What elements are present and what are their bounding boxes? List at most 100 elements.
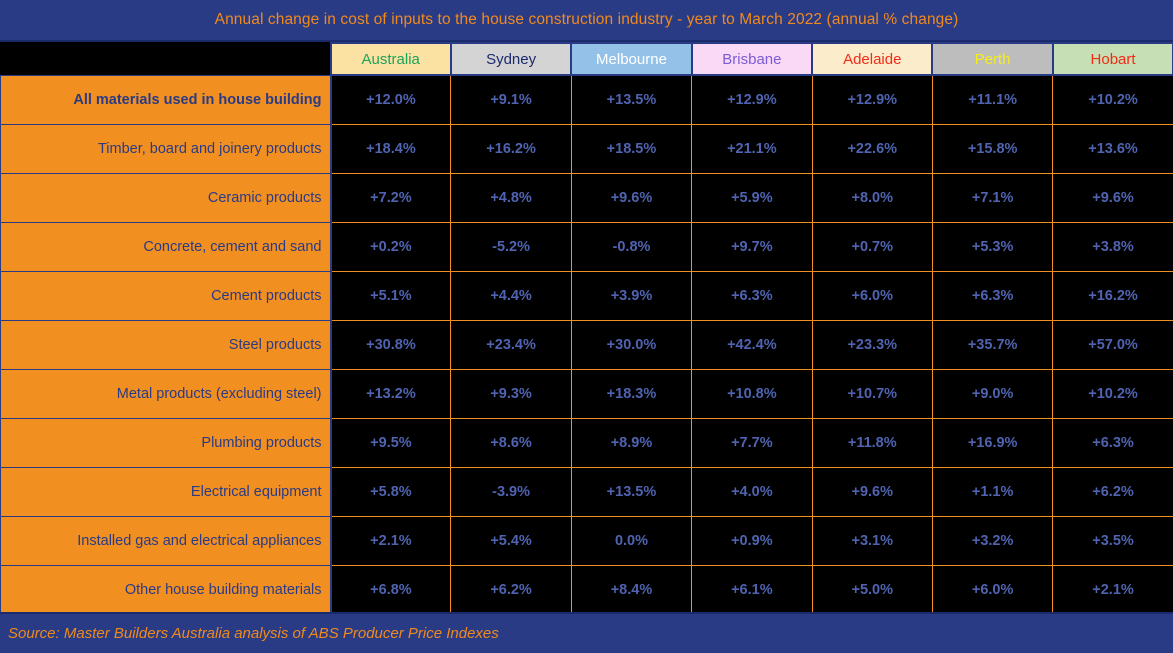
data-cell: -0.8% [570, 221, 693, 272]
data-cell: +0.9% [691, 515, 813, 566]
data-cell: +5.9% [691, 172, 813, 223]
table-row: Timber, board and joinery products +18.4%… [0, 123, 1173, 174]
data-cell: +6.3% [691, 270, 813, 321]
table-corner-cell [0, 43, 331, 75]
data-cell: +18.4% [329, 123, 452, 174]
data-cell: +3.2% [931, 515, 1054, 566]
data-cell: +6.0% [931, 564, 1054, 615]
data-cell: +4.4% [450, 270, 572, 321]
data-cell: +8.9% [570, 417, 693, 468]
table-body: All materials used in house building +12.… [0, 74, 1173, 615]
data-cell: +16.2% [450, 123, 572, 174]
row-label: Electrical equipment [0, 466, 332, 517]
row-label: All materials used in house building [0, 74, 332, 125]
table-row: Metal products (excluding steel) +13.2% +9… [0, 368, 1173, 419]
data-cell: +9.7% [691, 221, 813, 272]
data-cell: +6.0% [811, 270, 933, 321]
data-cell: +5.8% [329, 466, 452, 517]
data-cell: +5.4% [450, 515, 572, 566]
column-header-melbourne[interactable]: Melbourne [570, 42, 693, 76]
data-cell: +42.4% [691, 319, 813, 370]
data-cell: +13.5% [570, 74, 693, 125]
column-header-sydney[interactable]: Sydney [449, 42, 573, 76]
title-bar: Annual change in cost of inputs to the h… [0, 0, 1173, 42]
row-label: Cement products [0, 270, 332, 321]
data-cell: +15.8% [931, 123, 1054, 174]
data-cell: +13.6% [1052, 123, 1173, 174]
data-cell: +8.4% [570, 564, 693, 615]
data-cell: +30.0% [570, 319, 693, 370]
data-cell: +10.2% [1052, 74, 1173, 125]
data-cell: +12.9% [691, 74, 813, 125]
column-header-hobart[interactable]: Hobart [1051, 42, 1173, 76]
data-cell: +16.2% [1052, 270, 1173, 321]
data-cell: +0.2% [329, 221, 452, 272]
data-cell: +18.3% [570, 368, 693, 419]
row-label: Ceramic products [0, 172, 332, 223]
row-label: Timber, board and joinery products [0, 123, 332, 174]
data-cell: +7.1% [931, 172, 1054, 223]
source-note: Source: Master Builders Australia analys… [8, 625, 499, 642]
table-row: Cement products +5.1% +4.4% +3.9% +6.3% +6.0%… [0, 270, 1173, 321]
data-cell: +13.2% [329, 368, 452, 419]
data-cell: +6.1% [691, 564, 813, 615]
table-row: Other house building materials +6.8% +6.2%… [0, 564, 1173, 615]
data-cell: +35.7% [931, 319, 1054, 370]
data-cell: +2.1% [329, 515, 452, 566]
data-cell: +10.7% [811, 368, 933, 419]
data-cell: +6.3% [931, 270, 1054, 321]
data-cell: +9.3% [450, 368, 572, 419]
data-cell: +6.2% [450, 564, 572, 615]
data-cell: 0.0% [570, 515, 693, 566]
column-header-australia[interactable]: Australia [329, 42, 452, 76]
data-cell: +5.3% [931, 221, 1054, 272]
data-cell: +7.7% [691, 417, 813, 468]
page-title: Annual change in cost of inputs to the h… [214, 11, 959, 28]
data-cell: +4.8% [450, 172, 572, 223]
source-bar: Source: Master Builders Australia analys… [0, 612, 1173, 653]
data-cell: +11.1% [931, 74, 1054, 125]
data-cell: +18.5% [570, 123, 693, 174]
data-cell: +4.0% [691, 466, 813, 517]
data-cell: +23.3% [811, 319, 933, 370]
data-cell: +3.9% [570, 270, 693, 321]
table-row: Concrete, cement and sand +0.2% -5.2% -0.8%… [0, 221, 1173, 272]
row-label: Steel products [0, 319, 332, 370]
column-header-perth[interactable]: Perth [931, 42, 1054, 76]
table-row: Plumbing products +9.5% +8.6% +8.9% +7.7% +11… [0, 417, 1173, 468]
table-row: Steel products +30.8% +23.4% +30.0% +42.4% +2… [0, 319, 1173, 370]
data-cell: +2.1% [1052, 564, 1173, 615]
data-cell: +1.1% [931, 466, 1054, 517]
column-header-adelaide[interactable]: Adelaide [811, 42, 934, 76]
data-cell: +9.1% [450, 74, 572, 125]
table-row: All materials used in house building +12.… [0, 74, 1173, 125]
data-cell: +5.1% [329, 270, 452, 321]
data-cell: +10.8% [691, 368, 813, 419]
data-cell: +6.3% [1052, 417, 1173, 468]
data-cell: +57.0% [1052, 319, 1173, 370]
data-cell: +9.0% [931, 368, 1054, 419]
data-cell: +5.0% [811, 564, 933, 615]
data-cell: -5.2% [450, 221, 572, 272]
data-cell: +22.6% [811, 123, 933, 174]
data-cell: +12.9% [811, 74, 933, 125]
row-label: Concrete, cement and sand [0, 221, 332, 272]
data-cell: +16.9% [931, 417, 1054, 468]
data-cell: +9.6% [811, 466, 933, 517]
data-cell: +30.8% [329, 319, 452, 370]
table-header-row: Australia Sydney Melbourne Brisbane Adelaide… [0, 42, 1173, 76]
data-cell: +6.8% [329, 564, 452, 615]
data-cell: +3.8% [1052, 221, 1173, 272]
row-label: Metal products (excluding steel) [0, 368, 332, 419]
data-table: Australia Sydney Melbourne Brisbane Adelaide… [0, 42, 1173, 615]
data-cell: -3.9% [450, 466, 572, 517]
data-cell: +10.2% [1052, 368, 1173, 419]
table-head: Australia Sydney Melbourne Brisbane Adelaide… [0, 42, 1173, 76]
data-cell: +9.6% [1052, 172, 1173, 223]
data-cell: +8.6% [450, 417, 572, 468]
table-row: Installed gas and electrical appliances +… [0, 515, 1173, 566]
row-label: Plumbing products [0, 417, 332, 468]
column-header-brisbane[interactable]: Brisbane [690, 42, 814, 76]
data-cell: +3.5% [1052, 515, 1173, 566]
data-cell: +13.5% [570, 466, 693, 517]
